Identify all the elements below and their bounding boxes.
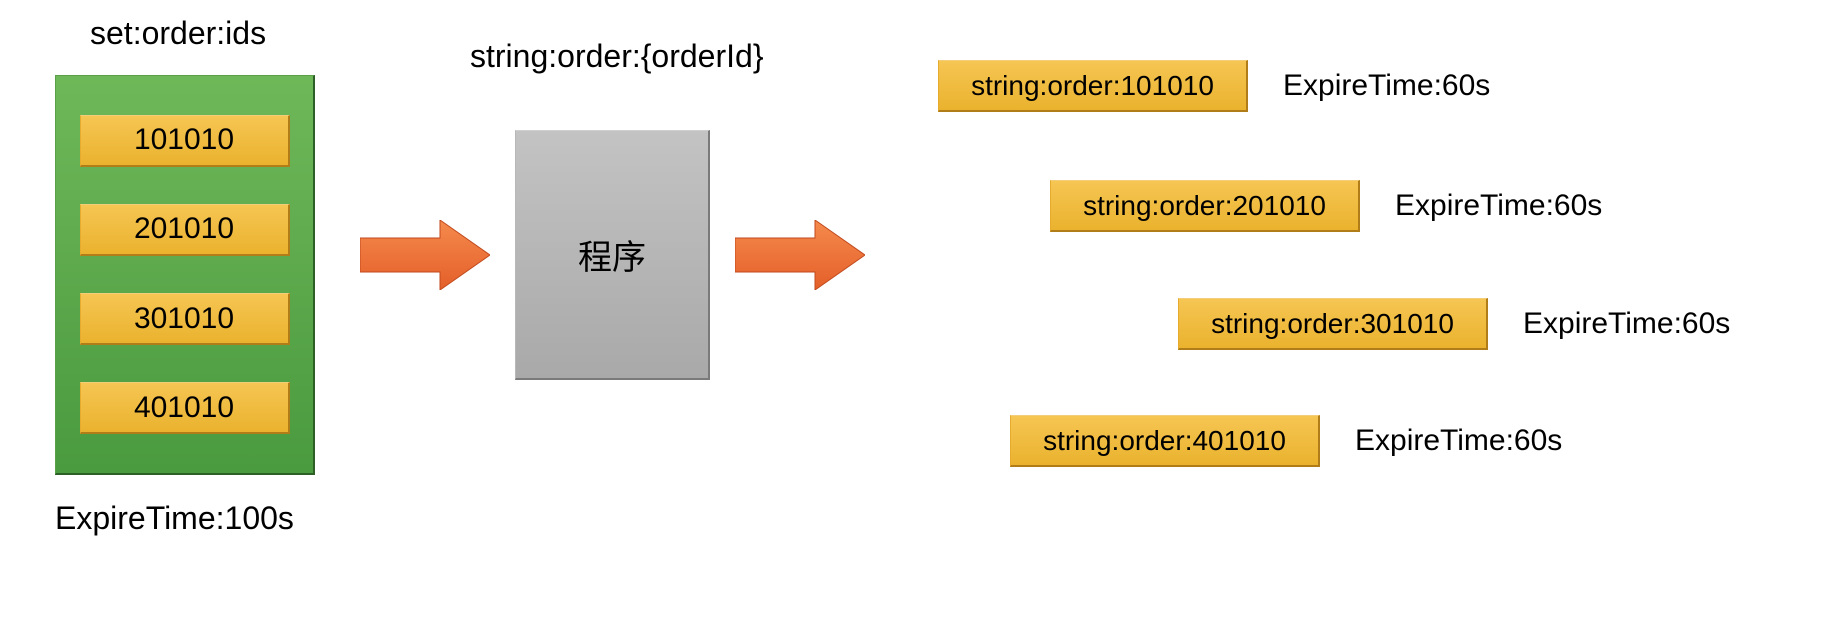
output-expire: ExpireTime:60s bbox=[1355, 424, 1562, 458]
set-expire-label: ExpireTime:100s bbox=[55, 500, 294, 537]
output-item: string:order:401010 ExpireTime:60s bbox=[1010, 415, 1562, 467]
arrow-right-icon bbox=[735, 220, 865, 290]
output-item: string:order:201010 ExpireTime:60s bbox=[1050, 180, 1602, 232]
set-container: 101010 201010 301010 401010 bbox=[55, 75, 315, 475]
output-key: string:order:401010 bbox=[1010, 415, 1320, 467]
output-expire: ExpireTime:60s bbox=[1395, 189, 1602, 223]
output-item: string:order:101010 ExpireTime:60s bbox=[938, 60, 1490, 112]
output-key: string:order:101010 bbox=[938, 60, 1248, 112]
set-item: 401010 bbox=[80, 382, 290, 434]
output-key: string:order:201010 bbox=[1050, 180, 1360, 232]
output-expire: ExpireTime:60s bbox=[1523, 307, 1730, 341]
output-expire: ExpireTime:60s bbox=[1283, 69, 1490, 103]
process-title: string:order:{orderId} bbox=[470, 38, 764, 75]
set-item: 201010 bbox=[80, 204, 290, 256]
process-box: 程序 bbox=[515, 130, 710, 380]
output-key: string:order:301010 bbox=[1178, 298, 1488, 350]
set-item: 101010 bbox=[80, 115, 290, 167]
arrow-right-icon bbox=[360, 220, 490, 290]
output-item: string:order:301010 ExpireTime:60s bbox=[1178, 298, 1730, 350]
set-item: 301010 bbox=[80, 293, 290, 345]
set-title: set:order:ids bbox=[90, 15, 266, 52]
